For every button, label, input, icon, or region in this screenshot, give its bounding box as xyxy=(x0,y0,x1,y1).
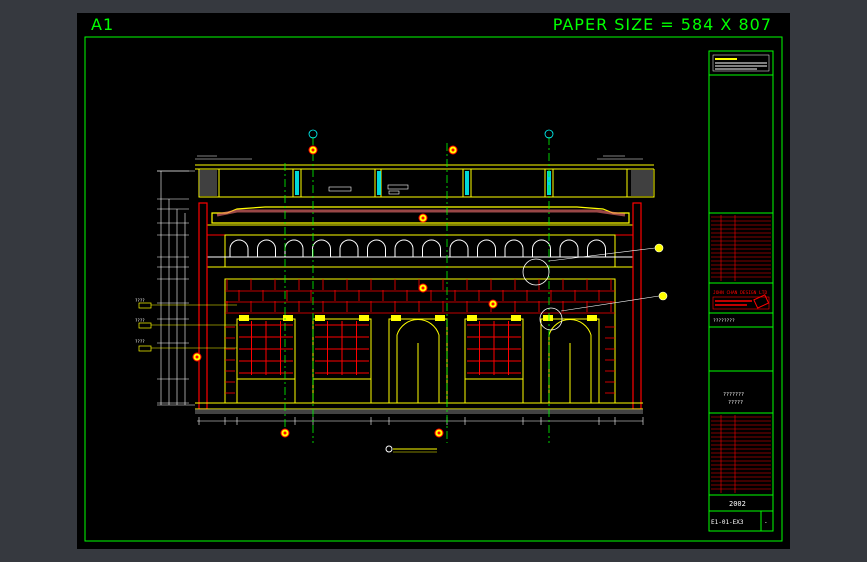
keystone-bracket xyxy=(239,315,249,321)
keystone-bracket xyxy=(543,315,553,321)
arch xyxy=(367,239,386,257)
section-markers xyxy=(192,145,668,438)
keystone-bracket xyxy=(435,315,445,321)
roof-openings xyxy=(295,171,551,195)
company-name: JOHN CHAN DESIGN LTD xyxy=(713,290,767,296)
arch xyxy=(477,239,496,257)
section-marker-dot xyxy=(195,355,199,359)
drawing-title-line-1: ??????? xyxy=(723,392,744,398)
project-name: ???????? xyxy=(713,318,735,324)
keystone-bracket xyxy=(315,315,325,321)
drawing-number: E1-01-EX3 xyxy=(711,519,744,526)
arch xyxy=(532,239,551,257)
floor-slab xyxy=(195,409,643,414)
arch xyxy=(559,239,579,257)
top-dimensions xyxy=(195,155,643,160)
leader-lines xyxy=(151,304,237,349)
window-grille xyxy=(467,321,521,375)
window-grille xyxy=(315,321,369,375)
section-marker-dot xyxy=(437,431,441,435)
arch xyxy=(229,239,249,257)
plinth xyxy=(195,402,643,410)
keystone-bracket xyxy=(391,315,401,321)
arch xyxy=(422,239,441,257)
drawing-canvas: A1 PAPER SIZE = 584 X 807 JOHN CHAN DESI… xyxy=(77,13,790,549)
annotation-2: ???? xyxy=(135,318,145,323)
arch-frieze xyxy=(224,234,616,268)
sheet-dash: - xyxy=(764,519,768,526)
section-marker-dot xyxy=(491,302,495,306)
section-marker-dot xyxy=(451,148,455,152)
side-columns xyxy=(198,202,642,410)
section-marker-dot xyxy=(421,286,425,290)
keystone-bracket xyxy=(467,315,477,321)
drawing-border xyxy=(84,36,783,542)
roof-labels xyxy=(328,184,409,195)
company-logo-area xyxy=(712,54,770,72)
arch xyxy=(257,239,276,257)
left-dimension-ticks xyxy=(157,170,189,404)
brick-wall xyxy=(224,278,616,404)
elevation-title-mark xyxy=(385,445,437,453)
company-stamp xyxy=(712,294,770,310)
revision-table xyxy=(711,216,771,490)
roof-hatching xyxy=(199,170,653,196)
keystone-bracket xyxy=(511,315,521,321)
section-marker-dot xyxy=(421,216,425,220)
annotation-3: ???? xyxy=(135,339,145,344)
grid-bubbles xyxy=(308,129,554,139)
grid-lines xyxy=(284,137,550,443)
arch xyxy=(504,239,524,257)
keystone-bracket xyxy=(587,315,597,321)
keystone-bracket xyxy=(283,315,293,321)
section-marker-dot xyxy=(283,431,287,435)
drawing-year: 2002 xyxy=(729,500,746,508)
brick-pattern xyxy=(225,279,615,394)
arch xyxy=(394,239,414,257)
annotation-1: ???? xyxy=(135,298,145,303)
drawing-title-line-2: ????? xyxy=(728,400,743,406)
detail-marker xyxy=(658,291,668,301)
arch xyxy=(284,239,304,257)
roof-slab xyxy=(195,164,655,198)
left-dimension-lines xyxy=(157,170,195,406)
elevation-drawing: JOHN CHAN DESIGN LTD ???????? ??????? ??… xyxy=(84,36,783,542)
arch xyxy=(312,239,331,257)
arch xyxy=(339,239,359,257)
keystone-bracket xyxy=(359,315,369,321)
arch xyxy=(449,239,469,257)
detail-marker xyxy=(654,243,664,253)
section-marker-dot xyxy=(311,148,315,152)
